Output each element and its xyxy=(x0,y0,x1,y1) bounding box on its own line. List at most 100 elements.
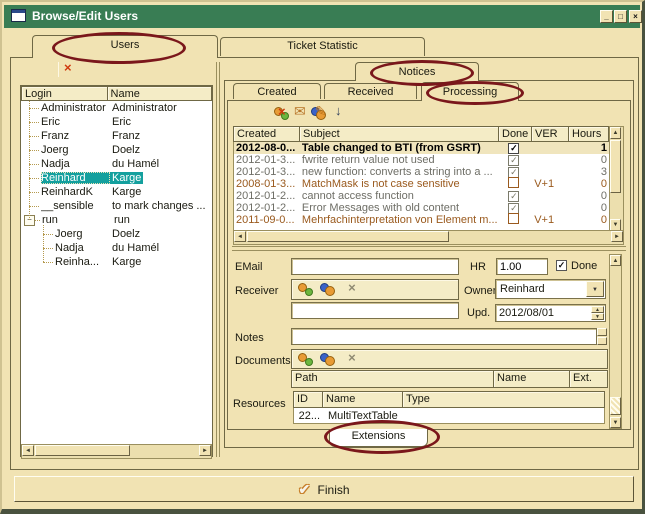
tree-row[interactable]: Reinha...Karge xyxy=(21,255,212,269)
tree-name[interactable]: du Hamél xyxy=(110,158,161,170)
tree-name[interactable]: du Hamél xyxy=(110,242,161,254)
notice-row[interactable]: 2012-01-3...new function: converts a str… xyxy=(234,166,610,178)
scrollbar-thumb[interactable] xyxy=(610,140,621,193)
tree-name[interactable]: Doelz xyxy=(110,228,142,240)
delete-user-icon[interactable]: × xyxy=(64,61,72,74)
tree-row[interactable]: FranzFranz xyxy=(21,129,212,143)
col-header-subject[interactable]: Subject xyxy=(299,126,499,142)
scroll-left-icon[interactable]: ◄ xyxy=(234,231,246,242)
scroll-right-icon[interactable]: ► xyxy=(199,445,211,456)
tree-login[interactable]: __sensible xyxy=(41,200,110,212)
scroll-up-icon[interactable]: ▲ xyxy=(610,255,621,266)
tree-row[interactable]: JoergDoelz xyxy=(21,143,212,157)
notices-vscrollbar[interactable]: ▲ ▼ xyxy=(609,126,624,232)
tree-row-selected[interactable]: ReinhardKarge xyxy=(21,171,212,185)
scrollbar-thumb[interactable] xyxy=(247,231,449,242)
tree-login[interactable]: Administrator xyxy=(41,102,110,114)
hr-field[interactable] xyxy=(496,258,548,275)
resource-row[interactable]: 22... MultiTextTable xyxy=(293,408,605,424)
scroll-down-icon[interactable]: ▼ xyxy=(610,417,621,428)
done-checkbox[interactable]: ✓ xyxy=(508,155,519,166)
spin-down-icon[interactable] xyxy=(597,337,607,345)
tab-bottom-extensions[interactable]: Extensions xyxy=(329,429,428,447)
notes-field[interactable] xyxy=(291,328,597,345)
panel-splitter[interactable] xyxy=(216,62,220,457)
tree-row-run[interactable]: −runrun xyxy=(21,213,212,227)
col-header-hours[interactable]: Hours xyxy=(568,126,609,142)
minimize-button[interactable]: _ xyxy=(600,10,613,23)
col-header-ver[interactable]: VER xyxy=(531,126,569,142)
close-button[interactable]: × xyxy=(629,10,642,23)
receiver-field[interactable] xyxy=(291,302,459,319)
edit-notice-icon[interactable]: ✎ xyxy=(315,103,327,120)
tree-login[interactable]: Joerg xyxy=(55,228,110,240)
tree-hscrollbar[interactable]: ◄ ► xyxy=(21,444,212,459)
document-link-icon[interactable] xyxy=(320,352,335,366)
spin-up-icon[interactable]: ▲ xyxy=(591,306,604,313)
tree-login[interactable]: Eric xyxy=(41,116,110,128)
doc-col-ext[interactable]: Ext. xyxy=(569,370,608,388)
tree-name[interactable]: Karge xyxy=(110,172,143,184)
title-bar[interactable]: Browse/Edit Users _ □ × xyxy=(4,5,640,28)
notices-hscrollbar[interactable]: ◄ ► xyxy=(233,230,624,245)
tree-name[interactable]: Karge xyxy=(110,186,143,198)
tree-row[interactable]: JoergDoelz xyxy=(21,227,212,241)
tree-login[interactable]: ReinhardK xyxy=(41,186,110,198)
scroll-right-icon[interactable]: ► xyxy=(611,231,623,242)
res-col-name[interactable]: Name xyxy=(322,391,403,408)
tab-processing[interactable]: Processing xyxy=(421,82,519,101)
form-vscrollbar[interactable]: ▲ ▼ xyxy=(609,254,622,429)
done-checkbox-unchecked[interactable] xyxy=(508,177,519,188)
tree-row[interactable]: Nadjadu Hamél xyxy=(21,157,212,171)
done-checkbox-unchecked[interactable] xyxy=(508,213,519,224)
tree-name[interactable]: Doelz xyxy=(110,144,142,156)
tab-received[interactable]: Received xyxy=(324,83,417,99)
tree-row[interactable]: ReinhardKKarge xyxy=(21,185,212,199)
tree-login[interactable]: Franz xyxy=(41,130,110,142)
document-add-icon[interactable] xyxy=(298,352,313,366)
tree-header-name[interactable]: Name xyxy=(107,86,212,101)
doc-col-path[interactable]: Path xyxy=(291,370,494,388)
tree-name[interactable]: to mark changes ... xyxy=(110,200,208,212)
notice-row[interactable]: 2012-01-2...cannot access function ✓ 0 xyxy=(234,190,610,202)
tree-login[interactable]: Joerg xyxy=(41,144,110,156)
done-checkbox[interactable]: ✓ xyxy=(508,143,519,154)
tree-row[interactable]: AdministratorAdministrator xyxy=(21,101,212,115)
tree-name[interactable]: Karge xyxy=(110,256,143,268)
owner-dropdown[interactable]: Reinhard ▼ xyxy=(495,279,606,299)
export-notice-icon[interactable]: ↓ xyxy=(335,103,342,118)
tree-login[interactable]: run xyxy=(42,214,112,226)
tree-name[interactable]: Eric xyxy=(110,116,133,128)
tree-name[interactable]: Franz xyxy=(110,130,142,142)
receiver-add-icon[interactable] xyxy=(298,282,313,296)
notes-scroll[interactable] xyxy=(597,328,607,345)
done-form-checkbox[interactable]: ✓ xyxy=(556,260,567,271)
notice-row-selected[interactable]: 2012-08-0...Table changed to BTI (from G… xyxy=(234,142,610,154)
maximize-button[interactable]: □ xyxy=(614,10,627,23)
notice-delete-icon[interactable]: × xyxy=(278,105,286,118)
tree-login[interactable]: Nadja xyxy=(55,242,110,254)
tree-name[interactable]: run xyxy=(112,214,132,226)
scroll-up-icon[interactable]: ▲ xyxy=(610,127,621,139)
tree-header-login[interactable]: Login xyxy=(21,86,108,101)
tab-created[interactable]: Created xyxy=(233,83,321,99)
upd-spinner[interactable]: 2012/08/01 ▲ ▼ xyxy=(495,304,606,322)
tree-row[interactable]: __sensibleto mark changes ... xyxy=(21,199,212,213)
notice-row[interactable]: 2012-01-3...fwrite return value not used… xyxy=(234,154,610,166)
tree-name[interactable]: Administrator xyxy=(110,102,179,114)
notice-row[interactable]: 2012-01-2...Error Messages with old cont… xyxy=(234,202,610,214)
tree-login[interactable]: Nadja xyxy=(41,158,110,170)
tree-login[interactable]: Reinhard xyxy=(41,172,110,184)
tab-users[interactable]: Users xyxy=(32,35,218,58)
done-checkbox[interactable]: ✓ xyxy=(508,191,519,202)
scrollbar-thumb[interactable] xyxy=(35,445,130,456)
finish-button[interactable]: ✔ Finish xyxy=(14,476,634,502)
send-mail-icon[interactable]: ✉ xyxy=(294,103,306,120)
tree-row[interactable]: EricEric xyxy=(21,115,212,129)
scroll-left-icon[interactable]: ◄ xyxy=(22,445,34,456)
notice-row[interactable]: 2008-01-3...MatchMask is not case sensit… xyxy=(234,178,610,190)
dropdown-arrow-icon[interactable]: ▼ xyxy=(586,281,604,297)
tab-ticket-statistic[interactable]: Ticket Statistic xyxy=(220,37,425,56)
notice-row[interactable]: 2011-09-0...Mehrfachinterpretation von E… xyxy=(234,214,610,226)
tab-notices[interactable]: Notices xyxy=(355,62,479,81)
